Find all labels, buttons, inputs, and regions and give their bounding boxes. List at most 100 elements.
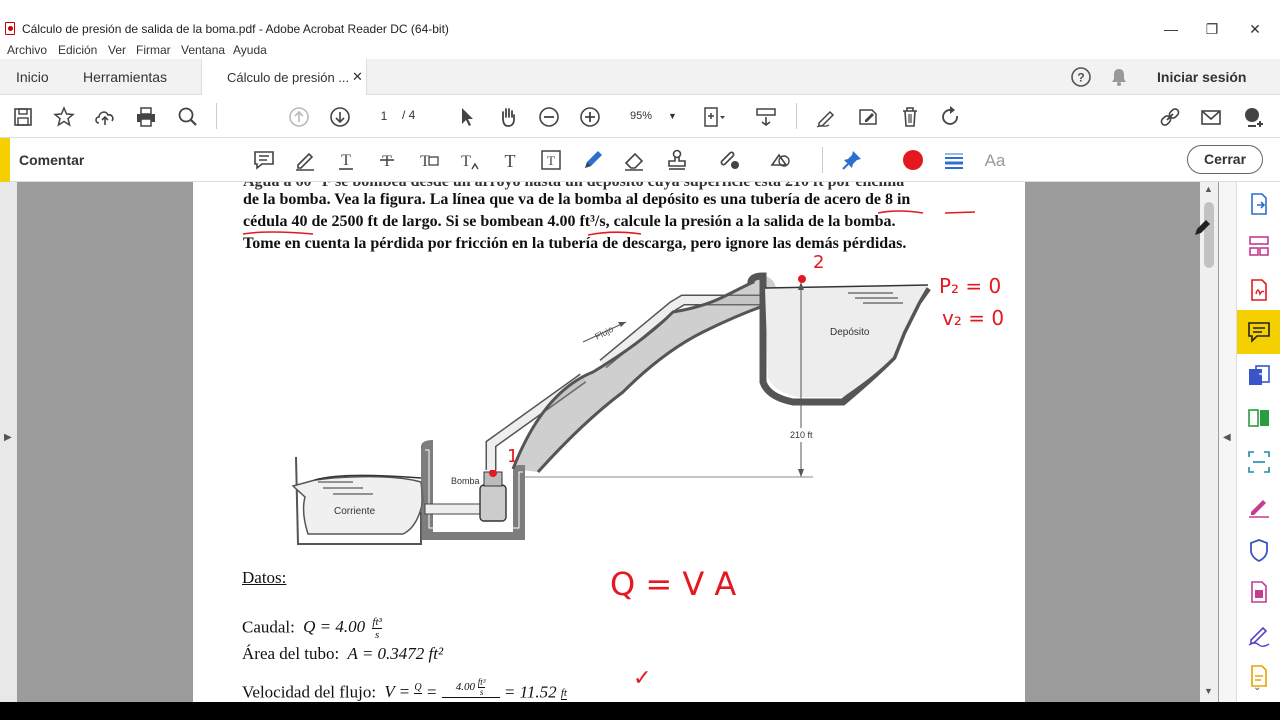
close-comment-button[interactable]: Cerrar xyxy=(1187,145,1263,174)
attach-file-icon[interactable] xyxy=(716,147,742,173)
velocity-q-fraction: Q xyxy=(414,682,422,702)
page-down-icon[interactable] xyxy=(327,104,353,130)
svg-text:T: T xyxy=(382,153,392,170)
annotation-underline xyxy=(587,231,642,236)
combine-files-icon[interactable] xyxy=(1245,362,1273,390)
menu-ventana[interactable]: Ventana xyxy=(181,43,225,57)
cloud-upload-icon[interactable] xyxy=(92,104,118,130)
select-cursor-icon[interactable] xyxy=(454,104,480,130)
main-toolbar: 1 / 4 95% ▼ xyxy=(0,95,1280,138)
comment-label: Comentar xyxy=(19,152,85,168)
stamp-icon[interactable] xyxy=(664,147,690,173)
highlight-icon[interactable] xyxy=(292,147,318,173)
font-size-icon[interactable]: Aa xyxy=(983,147,1009,173)
velocity-num: 4.00 xyxy=(455,681,475,694)
vertical-scrollbar[interactable]: ▲ ▼ xyxy=(1200,182,1218,702)
panel-more-chevron-icon[interactable]: ⌄ xyxy=(1253,682,1261,693)
menu-firmar[interactable]: Firmar xyxy=(136,43,171,57)
fill-sign-icon[interactable] xyxy=(813,104,839,130)
right-tools-panel: ⌄ xyxy=(1236,182,1280,702)
fit-page-icon[interactable] xyxy=(700,104,726,130)
email-icon[interactable] xyxy=(1198,104,1224,130)
menu-ver[interactable]: Ver xyxy=(108,43,126,57)
scroll-up-icon[interactable]: ▲ xyxy=(1204,184,1213,194)
tab-bar: Inicio Herramientas Cálculo de presión .… xyxy=(0,59,1280,96)
zoom-out-icon[interactable] xyxy=(536,104,562,130)
svg-text:T: T xyxy=(461,153,471,170)
menu-edicion[interactable]: Edición xyxy=(58,43,97,57)
insert-text-icon[interactable]: T xyxy=(456,147,482,173)
velocity-result: = 11.52 xyxy=(503,682,557,702)
tab-tools[interactable]: Herramientas xyxy=(83,69,167,85)
comment-panel-icon[interactable] xyxy=(1237,310,1280,354)
scroll-mode-icon[interactable] xyxy=(753,104,779,130)
minimize-button[interactable]: — xyxy=(1156,19,1186,39)
restore-button[interactable]: ❐ xyxy=(1197,19,1227,39)
svg-text:T: T xyxy=(341,152,351,169)
svg-text:Aa: Aa xyxy=(985,151,1006,170)
replace-text-icon[interactable]: T xyxy=(415,147,441,173)
text-box-icon[interactable]: T xyxy=(538,147,564,173)
line-weight-icon[interactable] xyxy=(941,147,967,173)
velocity-unit: ft xyxy=(560,686,567,700)
collapse-right-icon[interactable]: ◀ xyxy=(1223,432,1231,443)
velocity-q: Q xyxy=(414,682,422,694)
close-window-button[interactable]: ✕ xyxy=(1240,19,1270,39)
velocity-value-fraction: 4.00 ft³ s xyxy=(441,678,500,702)
star-icon[interactable] xyxy=(51,104,77,130)
velocity-s: s xyxy=(479,687,484,697)
protect-icon[interactable] xyxy=(1245,536,1273,564)
right-panel-toggle[interactable]: ◀ xyxy=(1219,182,1236,702)
pin-icon[interactable] xyxy=(839,147,865,173)
fill-and-sign-icon[interactable] xyxy=(1245,492,1273,520)
velocity-line: Velocidad del flujo: V = Q = 4.00 ft³ s =… xyxy=(242,678,567,702)
search-icon[interactable] xyxy=(175,104,201,130)
add-user-icon[interactable] xyxy=(1240,104,1266,130)
menu-ayuda[interactable]: Ayuda xyxy=(233,43,267,57)
color-record-icon[interactable] xyxy=(900,147,926,173)
zoom-in-icon[interactable] xyxy=(577,104,603,130)
edit-pdf-icon[interactable] xyxy=(855,104,881,130)
menu-archivo[interactable]: Archivo xyxy=(7,43,47,57)
rotate-icon[interactable] xyxy=(938,104,964,130)
help-icon[interactable]: ? xyxy=(1068,64,1094,90)
left-panel-collapsed[interactable]: ▶ xyxy=(0,182,17,702)
scan-enhance-icon[interactable] xyxy=(1245,448,1273,476)
create-pdf-icon[interactable] xyxy=(1245,276,1273,304)
print-icon[interactable] xyxy=(133,104,159,130)
bell-icon[interactable] xyxy=(1106,64,1132,90)
save-icon[interactable] xyxy=(10,104,36,130)
trash-icon[interactable] xyxy=(897,104,923,130)
shapes-icon[interactable] xyxy=(768,147,794,173)
tab-document[interactable]: Cálculo de presión ... ✕ xyxy=(201,59,367,96)
zoom-select[interactable]: 95% ▼ xyxy=(618,105,686,127)
sign-in-button[interactable]: Iniciar sesión xyxy=(1157,69,1246,85)
tab-close-icon[interactable]: ✕ xyxy=(352,69,363,85)
organize-pages-icon[interactable] xyxy=(1245,232,1273,260)
flow-rate-label: Caudal: xyxy=(242,617,295,637)
underline-text-icon[interactable]: T xyxy=(333,147,359,173)
tab-home[interactable]: Inicio xyxy=(16,69,49,85)
draw-pencil-icon[interactable] xyxy=(580,147,606,173)
share-link-icon[interactable] xyxy=(1157,104,1183,130)
eraser-icon[interactable] xyxy=(621,147,647,173)
flow-unit-denominator: s xyxy=(374,629,380,641)
compare-files-icon[interactable] xyxy=(1245,404,1273,432)
hand-tool-icon[interactable] xyxy=(495,104,521,130)
strikethrough-icon[interactable]: T xyxy=(374,147,400,173)
area-line: Área del tubo: A = 0.3472 ft² xyxy=(242,644,443,664)
scroll-down-icon[interactable]: ▼ xyxy=(1204,686,1213,696)
export-pdf-icon[interactable] xyxy=(1245,190,1273,218)
sticky-note-icon[interactable] xyxy=(251,147,277,173)
bottom-edge xyxy=(0,702,1280,720)
reservoir-label: Depósito xyxy=(830,327,870,338)
add-text-icon[interactable]: T xyxy=(497,147,523,173)
flow-unit-numerator: ft³ xyxy=(372,616,382,629)
page-number-input[interactable]: 1 xyxy=(371,105,397,127)
send-for-signature-icon[interactable] xyxy=(1245,620,1273,648)
flow-rate-unit: ft³ s xyxy=(372,616,382,641)
page-up-icon[interactable] xyxy=(286,104,312,130)
expand-left-icon[interactable]: ▶ xyxy=(4,432,12,443)
data-heading: Datos: xyxy=(242,568,287,587)
optimize-pdf-icon[interactable] xyxy=(1245,578,1273,606)
